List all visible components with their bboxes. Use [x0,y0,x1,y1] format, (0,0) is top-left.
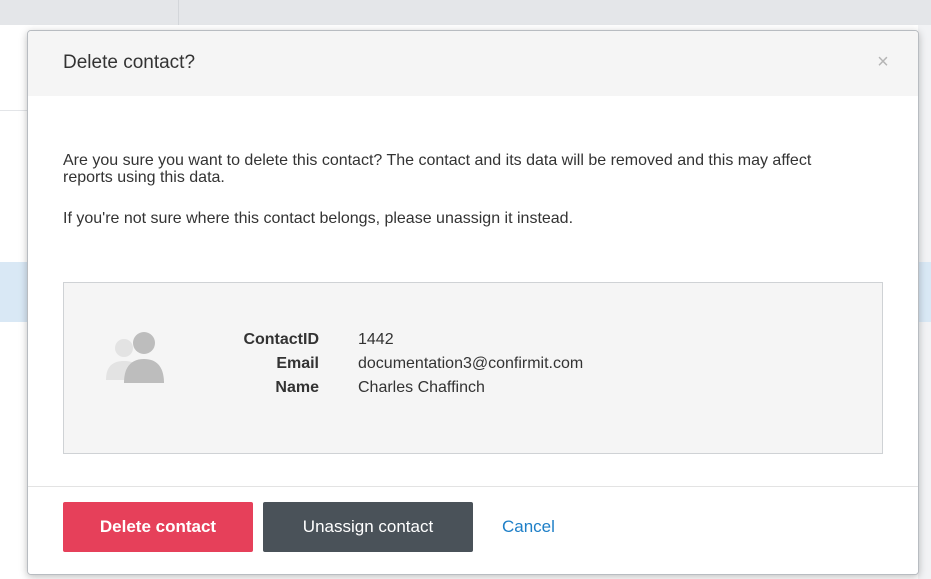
contact-name-label: Name [275,379,319,396]
contact-id-value: 1442 [358,331,394,348]
background-toolbar [0,0,931,25]
background-row-line [0,110,28,111]
background-selected-row [0,262,28,322]
contact-summary-card: ContactID 1442 Email documentation3@conf… [63,282,883,454]
dialog-header: Delete contact? × [28,31,918,96]
contact-id-label: ContactID [243,331,319,348]
dialog-body: Are you sure you want to delete this con… [28,96,918,486]
contacts-avatar-icon [106,332,164,383]
close-icon[interactable]: × [872,51,894,73]
contact-email-value: documentation3@confirmit.com [358,355,584,372]
unassign-hint-message: If you're not sure where this contact be… [63,210,574,227]
dialog-footer: Delete contact Unassign contact Cancel [28,486,918,574]
background-divider [178,0,179,25]
delete-contact-button[interactable]: Delete contact [63,502,253,552]
delete-contact-dialog: Delete contact? × Are you sure you want … [27,30,919,575]
cancel-link[interactable]: Cancel [502,517,555,537]
contact-email-label: Email [276,355,319,372]
unassign-contact-button[interactable]: Unassign contact [263,502,473,552]
background-selected-row-right [918,262,931,322]
confirmation-message: Are you sure you want to delete this con… [63,152,812,186]
contact-name-value: Charles Chaffinch [358,379,485,396]
dialog-title: Delete contact? [63,52,196,73]
